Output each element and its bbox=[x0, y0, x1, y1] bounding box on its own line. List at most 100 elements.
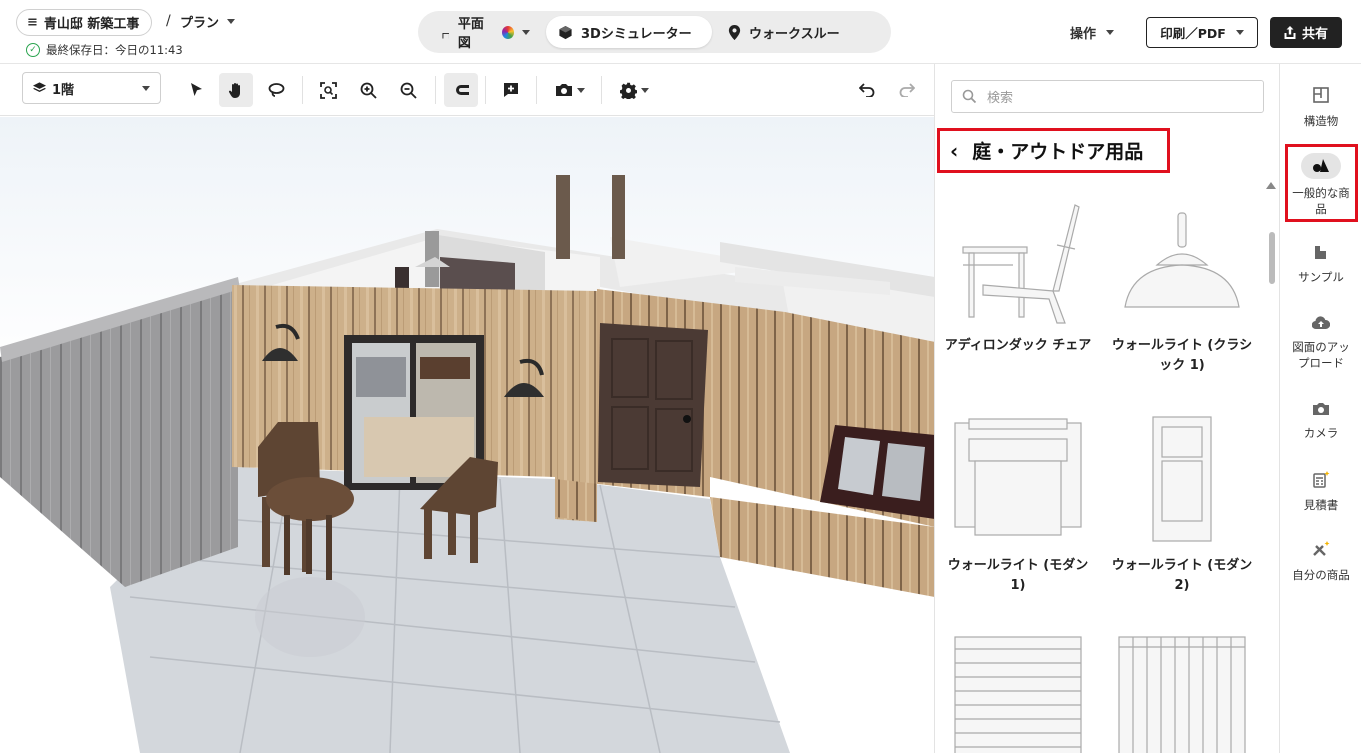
window-glass bbox=[882, 443, 925, 501]
chimney bbox=[556, 175, 570, 259]
rail-item-upload[interactable]: 図面のアップロード bbox=[1280, 316, 1361, 371]
window-glass bbox=[838, 437, 880, 495]
adirondack-chair-icon bbox=[962, 204, 1080, 324]
comment-plus-icon bbox=[504, 83, 518, 97]
3d-viewport[interactable] bbox=[0, 117, 934, 753]
chevron-down-icon bbox=[577, 87, 585, 93]
chevron-down-icon bbox=[522, 29, 530, 35]
mode-walkthrough[interactable]: ウォークスルー bbox=[716, 16, 866, 48]
item-thumbnail bbox=[1107, 190, 1257, 330]
operations-label: 操作 bbox=[1070, 27, 1097, 42]
chevron-down-icon bbox=[640, 87, 649, 93]
right-rail: 構造物 一般的な商品 サンプル 図面のアップロード カメラ 見積書 自分の商品 bbox=[1279, 64, 1361, 753]
sample-icon bbox=[1280, 244, 1361, 263]
item-thumbnail bbox=[943, 190, 1093, 330]
zoom-in-button[interactable] bbox=[351, 73, 385, 107]
menu-icon: ≡ bbox=[27, 15, 38, 30]
zoom-fit-button[interactable] bbox=[311, 73, 345, 107]
catalog-item[interactable]: ウォールライト (モダン 1) bbox=[943, 410, 1093, 596]
check-circle-icon: ✓ bbox=[26, 43, 40, 57]
operations-menu[interactable]: 操作 bbox=[1070, 23, 1115, 42]
zoom-fit-icon bbox=[319, 81, 337, 99]
rail-item-structure[interactable]: 構造物 bbox=[1280, 86, 1361, 129]
layers-icon bbox=[33, 82, 46, 92]
camera-menu[interactable] bbox=[550, 73, 590, 107]
settings-menu[interactable] bbox=[614, 73, 654, 107]
structure-icon bbox=[1280, 86, 1361, 107]
save-status: ✓ 最終保存日：今日の11:43 bbox=[26, 42, 183, 58]
project-name: 青山邸 新築工事 bbox=[43, 17, 140, 32]
toolbar-divider bbox=[485, 76, 486, 104]
interior-floor bbox=[364, 417, 474, 477]
furniture-shadow bbox=[255, 577, 365, 657]
scroll-up-arrow[interactable] bbox=[1266, 182, 1276, 189]
rail-item-estimate[interactable]: 見積書 bbox=[1280, 470, 1361, 513]
catalog-panel: 検索 ‹ 庭・アウトドア用品 アディロンダック チェア ウォールライト (クラシ… bbox=[934, 64, 1279, 753]
lasso-icon bbox=[268, 83, 284, 97]
gear-icon bbox=[619, 82, 637, 99]
mode-label: ウォークスルー bbox=[749, 26, 840, 42]
undo-button[interactable] bbox=[850, 73, 884, 107]
rail-label: 図面のアップロード bbox=[1292, 340, 1350, 370]
pan-tool[interactable] bbox=[219, 73, 253, 107]
chevron-down-icon bbox=[142, 85, 150, 91]
snap-toggle[interactable] bbox=[444, 73, 478, 107]
redo-button[interactable] bbox=[890, 73, 924, 107]
mode-label: 平面図 bbox=[457, 17, 484, 51]
item-thumbnail bbox=[1107, 410, 1257, 550]
chevron-left-icon[interactable]: ‹ bbox=[950, 139, 958, 163]
toolbar-divider bbox=[601, 76, 602, 104]
mode-label: 3Dシミュレーター bbox=[581, 26, 692, 42]
share-icon bbox=[1284, 26, 1296, 39]
mode-3d[interactable]: 3Dシミュレーター bbox=[546, 16, 712, 48]
catalog-item[interactable]: ウォールライト (クラシック 1) bbox=[1107, 190, 1257, 376]
item-thumbnail bbox=[943, 630, 1093, 753]
camera-icon bbox=[1280, 402, 1361, 419]
door-knob bbox=[683, 415, 691, 423]
print-pdf-button[interactable]: 印刷／PDF bbox=[1146, 17, 1258, 48]
rail-item-products[interactable]: 一般的な商品 bbox=[1280, 153, 1361, 217]
rail-item-camera[interactable]: カメラ bbox=[1280, 402, 1361, 441]
print-label: 印刷／PDF bbox=[1160, 26, 1226, 41]
viewer-toolbar: 1階 bbox=[0, 64, 934, 116]
floor-selector[interactable]: 1階 bbox=[22, 72, 161, 104]
wall-light-modern-1-icon bbox=[954, 418, 1082, 536]
floorplan-icon bbox=[436, 25, 449, 39]
sofa bbox=[356, 357, 406, 397]
catalog-item[interactable]: アディロンダック チェア bbox=[943, 190, 1093, 356]
share-button[interactable]: 共有 bbox=[1270, 17, 1342, 48]
scrollbar-thumb[interactable] bbox=[1269, 232, 1275, 284]
orbit-tool[interactable] bbox=[259, 73, 293, 107]
camera-icon bbox=[556, 84, 572, 96]
project-menu-button[interactable]: ≡ 青山邸 新築工事 bbox=[16, 9, 153, 36]
fence bbox=[0, 285, 238, 587]
mode-floorplan[interactable]: 平面図 bbox=[424, 16, 542, 51]
search-input[interactable]: 検索 bbox=[951, 80, 1264, 113]
location-pin-icon bbox=[728, 24, 741, 40]
chimney bbox=[612, 175, 625, 259]
rail-label: サンプル bbox=[1298, 270, 1344, 284]
item-label: ウォールライト (モダン 2) bbox=[1111, 558, 1253, 593]
item-label: アディロンダック チェア bbox=[944, 338, 1092, 353]
toolbar-divider bbox=[536, 76, 537, 104]
catalog-item[interactable]: ウォールライト (モダン 2) bbox=[1107, 410, 1257, 596]
catalog-item[interactable] bbox=[1107, 630, 1257, 753]
zoom-out-button[interactable] bbox=[391, 73, 425, 107]
rail-item-sample[interactable]: サンプル bbox=[1280, 244, 1361, 285]
rail-label: 自分の商品 bbox=[1292, 568, 1350, 582]
rail-item-my-products[interactable]: 自分の商品 bbox=[1280, 540, 1361, 583]
add-comment-button[interactable] bbox=[494, 73, 528, 107]
plan-selector[interactable]: プラン bbox=[180, 12, 236, 31]
upload-icon bbox=[1280, 316, 1361, 333]
search-placeholder: 検索 bbox=[987, 91, 1014, 106]
horizontal-fence-icon bbox=[954, 636, 1082, 753]
estimate-icon bbox=[1280, 470, 1361, 491]
item-label: ウォールライト (モダン 1) bbox=[947, 558, 1089, 593]
product-icon bbox=[1301, 153, 1341, 179]
catalog-item[interactable] bbox=[943, 630, 1093, 753]
rail-label: カメラ bbox=[1303, 426, 1339, 440]
pointer-icon bbox=[191, 83, 202, 96]
chevron-down-icon bbox=[1235, 30, 1244, 35]
category-header[interactable]: ‹ 庭・アウトドア用品 bbox=[937, 128, 1170, 173]
select-tool[interactable] bbox=[180, 73, 214, 107]
